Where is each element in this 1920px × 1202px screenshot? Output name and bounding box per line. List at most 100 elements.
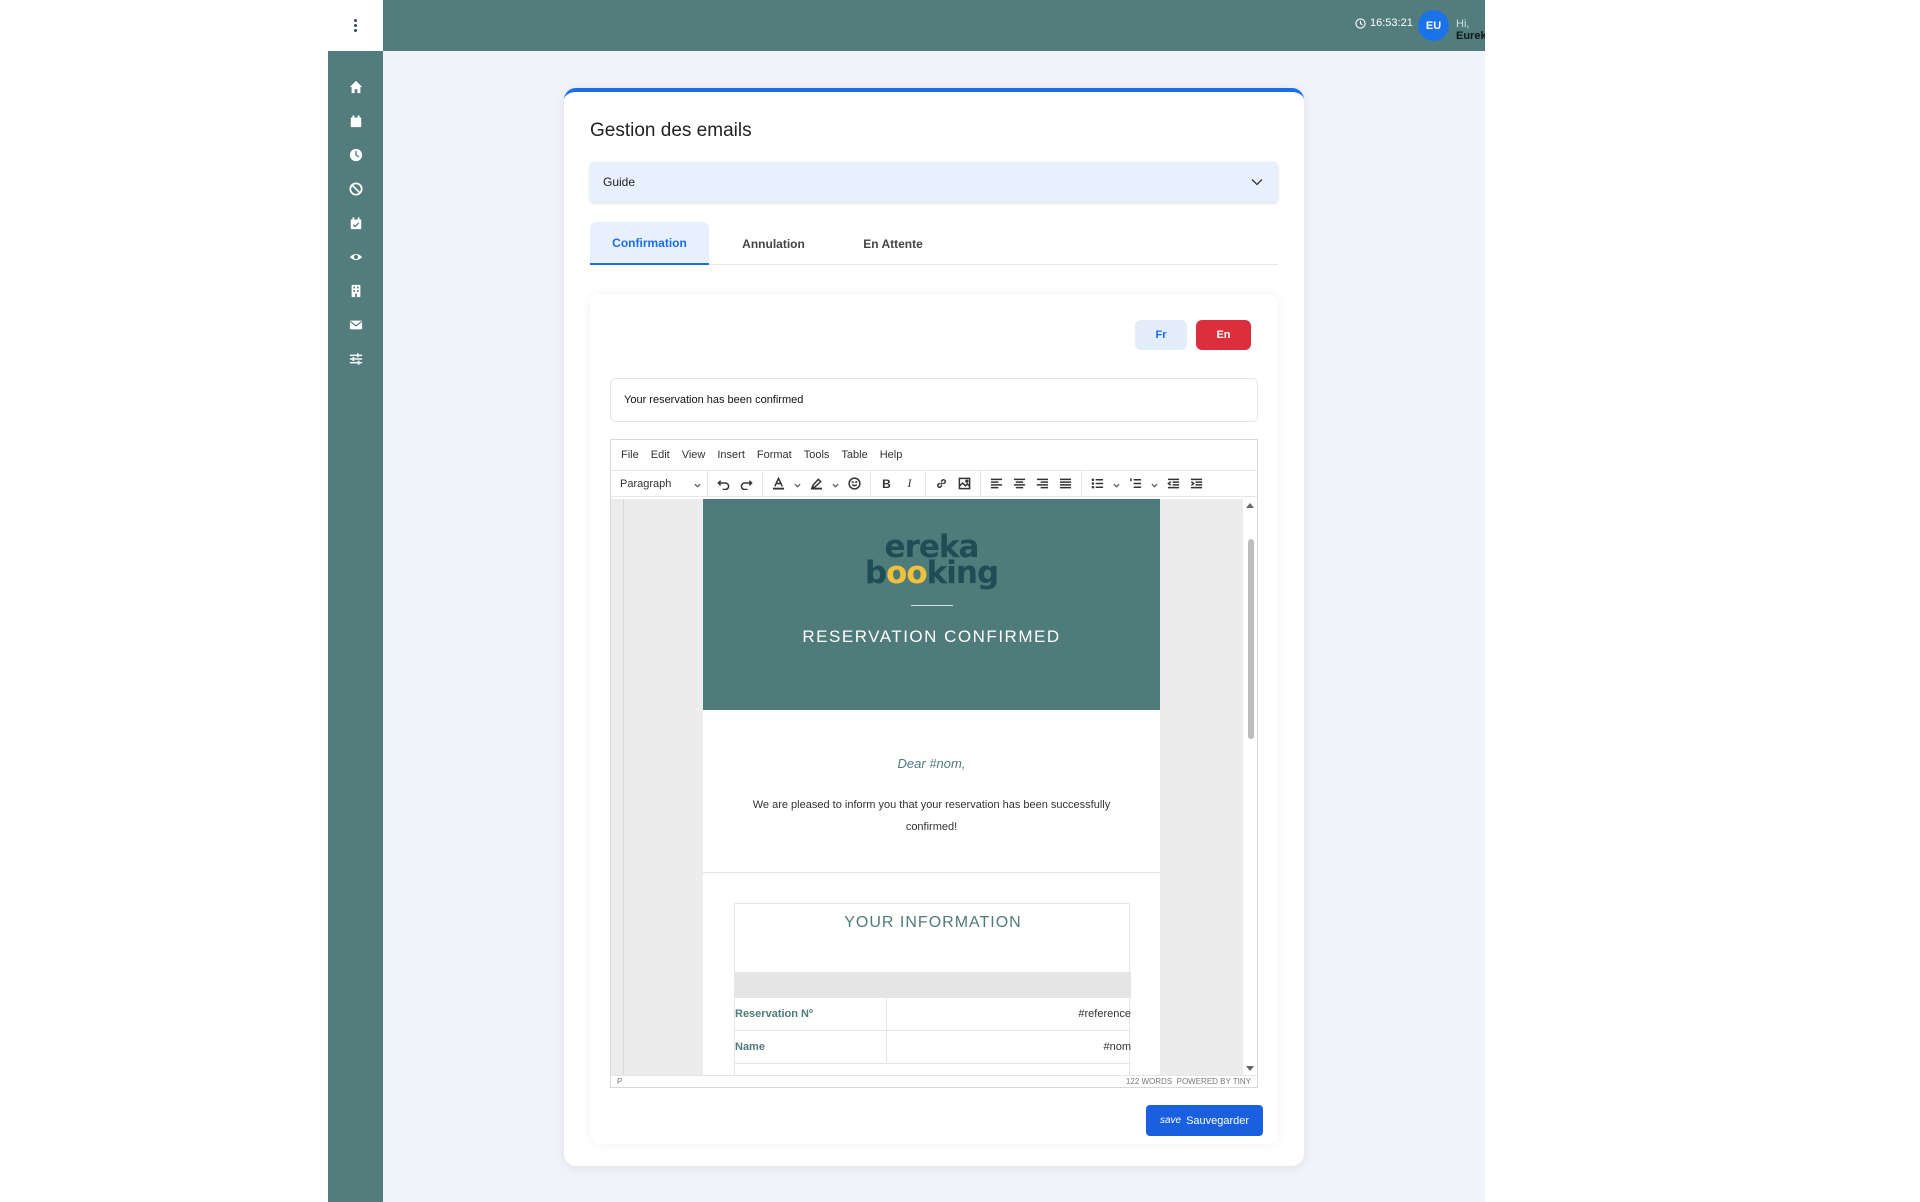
outdent-icon[interactable] (1166, 476, 1181, 491)
word-count[interactable]: 122 WORDS (1126, 1077, 1172, 1086)
block-format-value: Paragraph (620, 477, 672, 490)
email-editor-panel: Fr En Your reservation has been confirme… (590, 294, 1278, 1144)
powered-by[interactable]: POWERED BY TINY (1177, 1077, 1251, 1086)
row-divider (886, 1031, 887, 1064)
email-type-tabs: Confirmation Annulation En Attente (590, 222, 1278, 265)
save-button[interactable]: save Sauvegarder (1146, 1105, 1263, 1136)
clock-icon[interactable] (328, 138, 383, 172)
calendar-icon[interactable] (328, 104, 383, 138)
row-key: Reservation Nº (735, 1008, 813, 1020)
color-group (763, 471, 871, 496)
avatar[interactable]: EU (1418, 10, 1449, 41)
bullet-list-icon[interactable] (1090, 476, 1105, 491)
insert-group (926, 471, 981, 496)
bold-icon[interactable]: B (879, 476, 894, 491)
align-group (981, 471, 1082, 496)
menu-tools[interactable]: Tools (804, 449, 830, 461)
sliders-icon[interactable] (328, 342, 383, 376)
rich-text-editor: File Edit View Insert Format Tools Table… (610, 439, 1258, 1088)
clock-time: 16:53:21 (1370, 17, 1413, 29)
row-key: Name (735, 1041, 765, 1053)
editor-toolbar: Paragraph B I (611, 470, 1257, 497)
clock: 16:53:21 (1355, 17, 1413, 29)
editor-statusbar: P 122 WORDS POWERED BY TINY (611, 1075, 1257, 1087)
calendar-check-icon[interactable] (328, 206, 383, 240)
scroll-down-icon[interactable] (1246, 1066, 1254, 1071)
format-group: B I (871, 471, 926, 496)
tab-confirmation[interactable]: Confirmation (590, 222, 709, 265)
eureka-booking-logo: ereka booking (864, 529, 999, 591)
language-en-button[interactable]: En (1196, 320, 1251, 350)
content-margin-line (623, 499, 624, 1075)
menu-edit[interactable]: Edit (651, 449, 670, 461)
highlight-icon[interactable] (809, 476, 824, 491)
element-path: P (617, 1077, 623, 1086)
menu-file[interactable]: File (621, 449, 639, 461)
chevron-down-icon[interactable] (794, 480, 801, 488)
image-icon[interactable] (957, 476, 972, 491)
chevron-down-icon[interactable] (1113, 480, 1120, 488)
subject-input[interactable]: Your reservation has been confirmed (610, 378, 1258, 422)
row-value: #reference (1078, 1008, 1131, 1020)
user-name: Eureka (1456, 30, 1485, 42)
row-value: #nom (1103, 1041, 1131, 1053)
email-separator (703, 872, 1160, 873)
home-icon[interactable] (328, 70, 383, 104)
header-divider (911, 605, 953, 606)
menu-insert[interactable]: Insert (717, 449, 745, 461)
chevron-down-icon[interactable] (1151, 480, 1158, 488)
envelope-icon[interactable] (328, 308, 383, 342)
email-management-card: Gestion des emails Guide Confirmation An… (564, 88, 1304, 1166)
information-band (735, 972, 1131, 998)
align-center-icon[interactable] (1012, 476, 1027, 491)
menu-format[interactable]: Format (757, 449, 792, 461)
undo-icon[interactable] (716, 476, 731, 491)
user-greeting: Hi, Eureka (1456, 18, 1485, 42)
save-label: Sauvegarder (1186, 1114, 1250, 1127)
align-justify-icon[interactable] (1058, 476, 1073, 491)
building-icon[interactable] (328, 274, 383, 308)
editor-scrollbar[interactable] (1243, 499, 1257, 1075)
chevron-down-icon (1251, 179, 1263, 186)
scroll-up-icon[interactable] (1246, 503, 1254, 508)
email-header-title: RESERVATION CONFIRMED (802, 627, 1061, 646)
sidebar-header (328, 0, 383, 51)
chevron-down-icon[interactable] (832, 480, 839, 488)
chevron-down-icon (694, 480, 701, 488)
redo-icon[interactable] (739, 476, 754, 491)
information-table: YOUR INFORMATION Reservation Nº #referen… (734, 903, 1131, 1075)
block-format-select[interactable]: Paragraph (620, 471, 708, 496)
italic-icon[interactable]: I (902, 476, 917, 491)
emoji-icon[interactable] (847, 476, 862, 491)
save-icon: save (1159, 1115, 1182, 1126)
tab-annulation[interactable]: Annulation (709, 222, 838, 265)
link-icon[interactable] (934, 476, 949, 491)
menu-table[interactable]: Table (841, 449, 867, 461)
sidebar-nav (328, 70, 383, 376)
kebab-menu-icon[interactable] (354, 19, 357, 32)
text-color-icon[interactable] (771, 476, 786, 491)
eye-icon[interactable] (328, 240, 383, 274)
status-right: 122 WORDS POWERED BY TINY (1126, 1077, 1251, 1086)
indent-icon[interactable] (1189, 476, 1204, 491)
tab-en-attente[interactable]: En Attente (838, 222, 948, 265)
sidebar (328, 0, 383, 1202)
align-left-icon[interactable] (989, 476, 1004, 491)
ban-icon[interactable] (328, 172, 383, 206)
menu-view[interactable]: View (682, 449, 706, 461)
menu-help[interactable]: Help (880, 449, 903, 461)
email-message: We are pleased to inform you that your r… (752, 799, 1111, 833)
editor-content[interactable]: ereka booking RESERVATION CONFIRMED Dear… (611, 499, 1257, 1075)
email-header: ereka booking RESERVATION CONFIRMED (703, 499, 1160, 710)
language-fr-button[interactable]: Fr (1135, 320, 1187, 350)
table-row: Name #nom (735, 1031, 1131, 1064)
topbar: 16:53:21 EU Hi, Eureka (383, 0, 1485, 51)
numbered-list-icon[interactable] (1128, 476, 1143, 491)
app-frame: 16:53:21 EU Hi, Eureka Gestion des email… (328, 0, 1485, 1202)
template-select-value: Guide (603, 175, 636, 189)
scroll-thumb[interactable] (1248, 539, 1254, 739)
page-title: Gestion des emails (590, 120, 752, 141)
align-right-icon[interactable] (1035, 476, 1050, 491)
template-select[interactable]: Guide (590, 162, 1278, 202)
row-divider (886, 998, 887, 1031)
